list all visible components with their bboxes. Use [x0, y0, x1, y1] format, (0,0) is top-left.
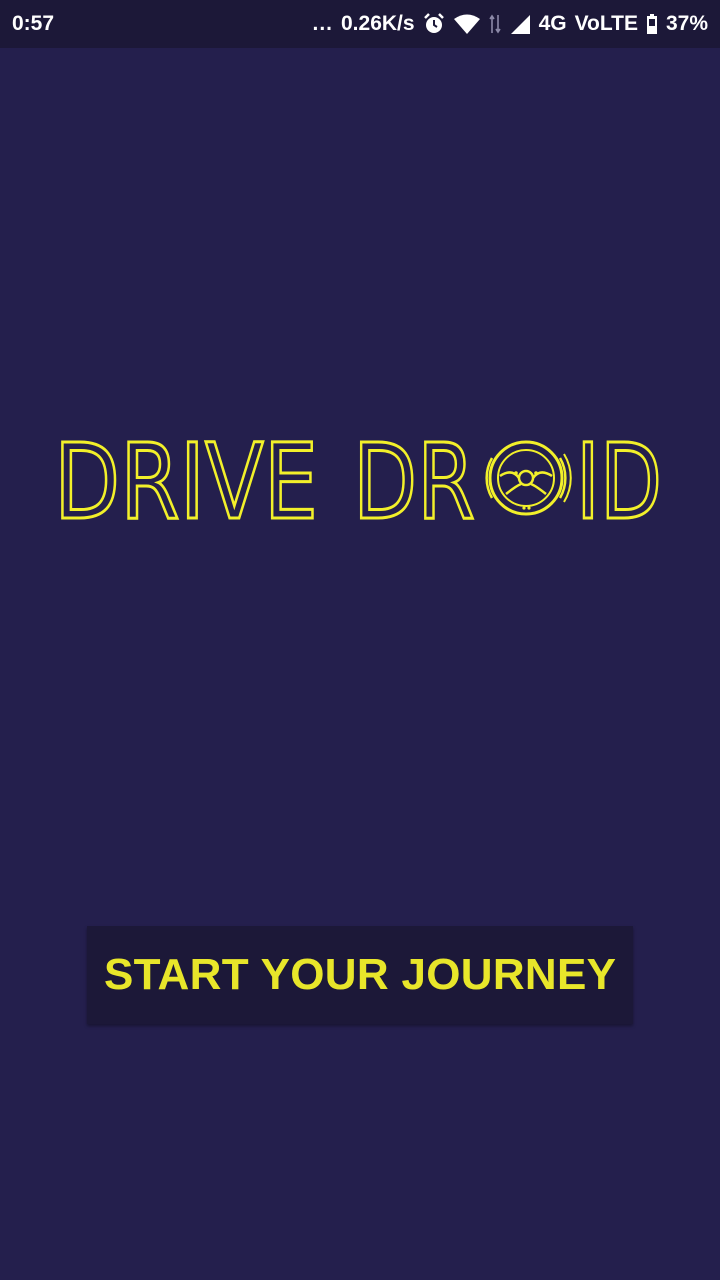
status-bar: 0:57 ... 0.26K/s 4G VoLTE 37%: [0, 0, 720, 48]
steering-wheel-icon: [485, 440, 572, 516]
battery-percent: 37%: [665, 12, 708, 35]
signal-icon: [509, 13, 531, 35]
wifi-icon: [453, 13, 481, 35]
status-indicators: ... 0.26K/s 4G VoLTE 37%: [312, 12, 708, 36]
start-journey-button[interactable]: START YOUR JOURNEY: [87, 926, 633, 1024]
network-speed: 0.26K/s: [341, 12, 415, 35]
app-logo: DRIVE DR ID: [54, 434, 664, 524]
logo-word-drive: DRIVE: [54, 434, 318, 524]
battery-icon: [646, 13, 658, 35]
data-arrows-icon: [488, 13, 501, 35]
volte-label: VoLTE: [574, 12, 638, 35]
logo-word-dr: DR: [353, 434, 475, 524]
logo-word-id: ID: [576, 434, 662, 524]
notification-dots: ...: [312, 12, 333, 35]
alarm-icon: [423, 13, 445, 35]
network-type: 4G: [538, 12, 567, 35]
status-time: 0:57: [12, 12, 55, 35]
